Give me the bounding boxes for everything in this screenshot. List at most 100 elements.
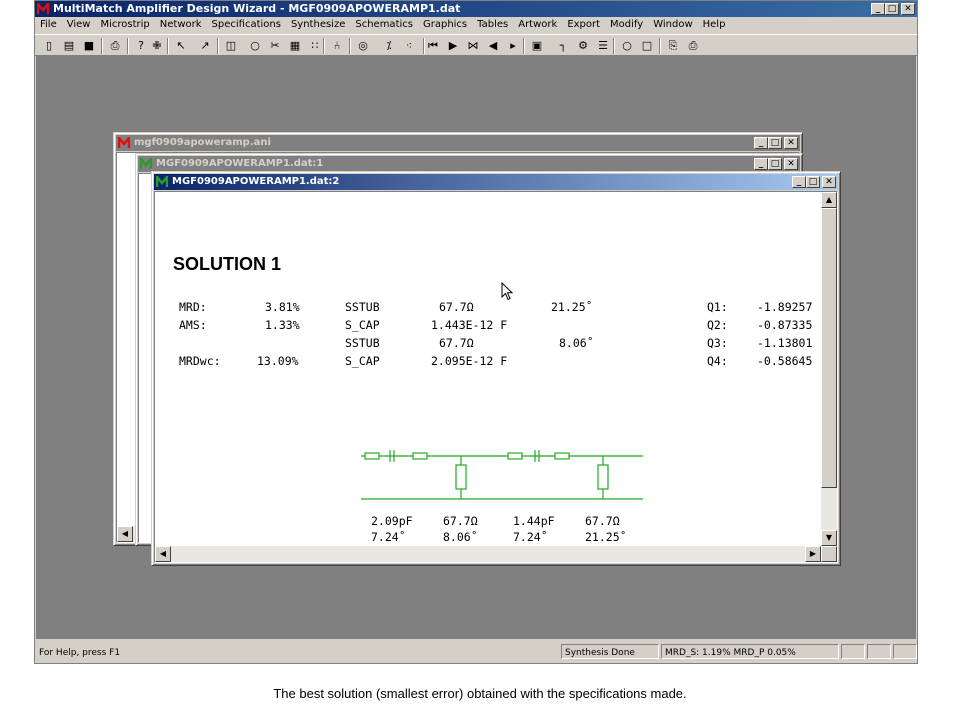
metric-value: 3.81% xyxy=(265,300,300,314)
paste-icon[interactable]: ⎙ xyxy=(685,38,701,53)
toolbar-separator xyxy=(349,38,351,54)
window-dat1-close-button[interactable]: ✕ xyxy=(784,158,798,170)
window-ani-restore-button[interactable]: □ xyxy=(768,137,782,149)
menu-export[interactable]: Export xyxy=(562,17,605,33)
toolbar-separator xyxy=(613,38,615,54)
window-logo-icon xyxy=(156,176,168,187)
status-help: For Help, press F1 xyxy=(39,648,121,658)
schematic-label: 2.09pF xyxy=(371,514,413,528)
square-yellow-icon[interactable]: □ xyxy=(639,38,655,53)
pointer-b-icon[interactable]: ↗ xyxy=(197,38,213,53)
window-dat2-titlebar[interactable]: MGF0909APOWERAMP1.dat:2 _ □ ✕ xyxy=(154,174,838,190)
first-icon[interactable]: ⏮ xyxy=(425,38,441,53)
restore-button[interactable]: □ xyxy=(885,3,899,15)
menu-bar: File View Microstrip Network Specificati… xyxy=(35,17,917,33)
vertical-scrollbar[interactable]: ▲ ▼ xyxy=(821,192,837,546)
menu-synthesize[interactable]: Synthesize xyxy=(286,17,350,33)
menu-microstrip[interactable]: Microstrip xyxy=(95,17,154,33)
horizontal-scrollbar[interactable]: ◀ ▶ xyxy=(155,546,837,562)
circle-icon[interactable]: ○ xyxy=(247,38,263,53)
tap-icon[interactable]: ┐ xyxy=(555,38,571,53)
run-icon[interactable]: ✙ xyxy=(149,38,165,53)
window-dat1-minimize-button[interactable]: _ xyxy=(754,158,768,170)
window-dat2-minimize-button[interactable]: _ xyxy=(792,176,806,188)
metric-value: 13.09% xyxy=(257,354,299,368)
menu-schematics[interactable]: Schematics xyxy=(350,17,418,33)
window-ani-close-button[interactable]: ✕ xyxy=(784,137,798,149)
q-label: Q4: xyxy=(707,354,728,368)
scroll-thumb[interactable] xyxy=(821,208,837,488)
toolbar-separator xyxy=(167,38,169,54)
cut-icon[interactable]: ✂ xyxy=(267,38,283,53)
schematic-label: 67.7Ω xyxy=(443,514,478,528)
prev-icon[interactable]: ◀ xyxy=(485,38,501,53)
menu-network[interactable]: Network xyxy=(155,17,207,33)
minimize-button[interactable]: _ xyxy=(871,3,885,15)
menu-specifications[interactable]: Specifications xyxy=(207,17,286,33)
scroll-left-button[interactable]: ◀ xyxy=(117,526,133,542)
link-icon[interactable]: ⑃ xyxy=(329,38,345,53)
menu-help[interactable]: Help xyxy=(698,17,731,33)
toolbar: ▯ ▤ ■ ⎙? ✙ ↖ ↗ ◫ ○ ✂ ▦ ∷ ⑃ ◎ ⁒ ⁖ ⏮ ▶ ⋈ ◀ ▸ ▣ ┐ ⚙ ☰ ○ □ ⎘ ⎙ xyxy=(35,34,917,56)
play-icon[interactable]: ▶ xyxy=(445,38,461,53)
status-mrd: MRD_S: 1.19% MRD_P 0.05% xyxy=(661,644,839,659)
menu-tables[interactable]: Tables xyxy=(472,17,513,33)
scroll-right-button[interactable]: ▶ xyxy=(805,546,821,562)
caption: The best solution (smallest error) obtai… xyxy=(273,686,687,701)
element-param: 67.7Ω xyxy=(439,336,474,350)
close-button[interactable]: ✕ xyxy=(901,3,915,15)
grid-icon[interactable]: ▦ xyxy=(287,38,303,53)
window-ani-minimize-button[interactable]: _ xyxy=(754,137,768,149)
q-label: Q1: xyxy=(707,300,728,314)
menu-modify[interactable]: Modify xyxy=(605,17,648,33)
list-icon[interactable]: ☰ xyxy=(595,38,611,53)
menu-graphics[interactable]: Graphics xyxy=(418,17,472,33)
window-dat1-restore-button[interactable]: □ xyxy=(768,158,782,170)
window-dat1-titlebar[interactable]: MGF0909APOWERAMP1.dat:1 _ □ ✕ xyxy=(138,156,800,172)
toolbar-separator xyxy=(659,38,661,54)
bowtie-icon[interactable]: ⋈ xyxy=(465,38,481,53)
schematic-label: 8.06˚ xyxy=(443,530,478,544)
split-icon[interactable]: ⁖ xyxy=(401,38,417,53)
menu-artwork[interactable]: Artwork xyxy=(513,17,562,33)
mouse-cursor-icon xyxy=(501,282,514,301)
target-icon[interactable]: ◎ xyxy=(355,38,371,53)
metric-label: MRD: xyxy=(179,300,207,314)
window-ani-titlebar[interactable]: mgf0909apoweramp.ani _ □ ✕ xyxy=(116,135,800,151)
new-icon[interactable]: ▯ xyxy=(41,38,57,53)
save-icon[interactable]: ■ xyxy=(81,38,97,53)
window-logo-icon xyxy=(118,137,130,148)
tree-icon[interactable]: ∷ xyxy=(307,38,323,53)
window-dat2-close-button[interactable]: ✕ xyxy=(822,176,836,188)
menu-window[interactable]: Window xyxy=(648,17,697,33)
page-icon[interactable]: ▣ xyxy=(529,38,545,53)
next-icon[interactable]: ▸ xyxy=(505,38,521,53)
window-dat2-restore-button[interactable]: □ xyxy=(806,176,820,188)
element-type: SSTUB xyxy=(345,336,380,350)
circle-yellow-icon[interactable]: ○ xyxy=(619,38,635,53)
scroll-left-button[interactable]: ◀ xyxy=(155,546,171,562)
gear-icon[interactable]: ⚙ xyxy=(575,38,591,53)
window-ani-title: mgf0909apoweramp.ani xyxy=(134,137,271,148)
element-param: 67.7Ω xyxy=(439,300,474,314)
scroll-down-button[interactable]: ▼ xyxy=(821,530,837,546)
mdi-workspace: mgf0909apoweramp.ani _ □ ✕ ◀ MGF0909APOW… xyxy=(36,56,916,639)
pointer-a-icon[interactable]: ↖ xyxy=(173,38,189,53)
app-logo-icon xyxy=(37,3,49,14)
element-param: 2.095E-12 F xyxy=(431,354,508,368)
metric-label: MRDwc: xyxy=(179,354,221,368)
fit-icon[interactable]: ◫ xyxy=(223,38,239,53)
status-pane xyxy=(893,644,917,659)
element-angle: 8.06˚ xyxy=(559,336,594,350)
window-dat2[interactable]: MGF0909APOWERAMP1.dat:2 _ □ ✕ SOLUTION 1… xyxy=(151,171,841,566)
print-icon[interactable]: ⎙ xyxy=(107,38,123,53)
app-titlebar[interactable]: MultiMatch Amplifier Design Wizard - MGF… xyxy=(35,1,917,17)
copy-icon[interactable]: ⎘ xyxy=(665,38,681,53)
scroll-up-button[interactable]: ▲ xyxy=(821,192,837,208)
help-context-icon[interactable]: ? xyxy=(133,38,149,53)
menu-view[interactable]: View xyxy=(62,17,96,33)
scroll-corner xyxy=(821,546,837,562)
open-icon[interactable]: ▤ xyxy=(61,38,77,53)
probe-icon[interactable]: ⁒ xyxy=(381,38,397,53)
menu-file[interactable]: File xyxy=(35,17,62,33)
